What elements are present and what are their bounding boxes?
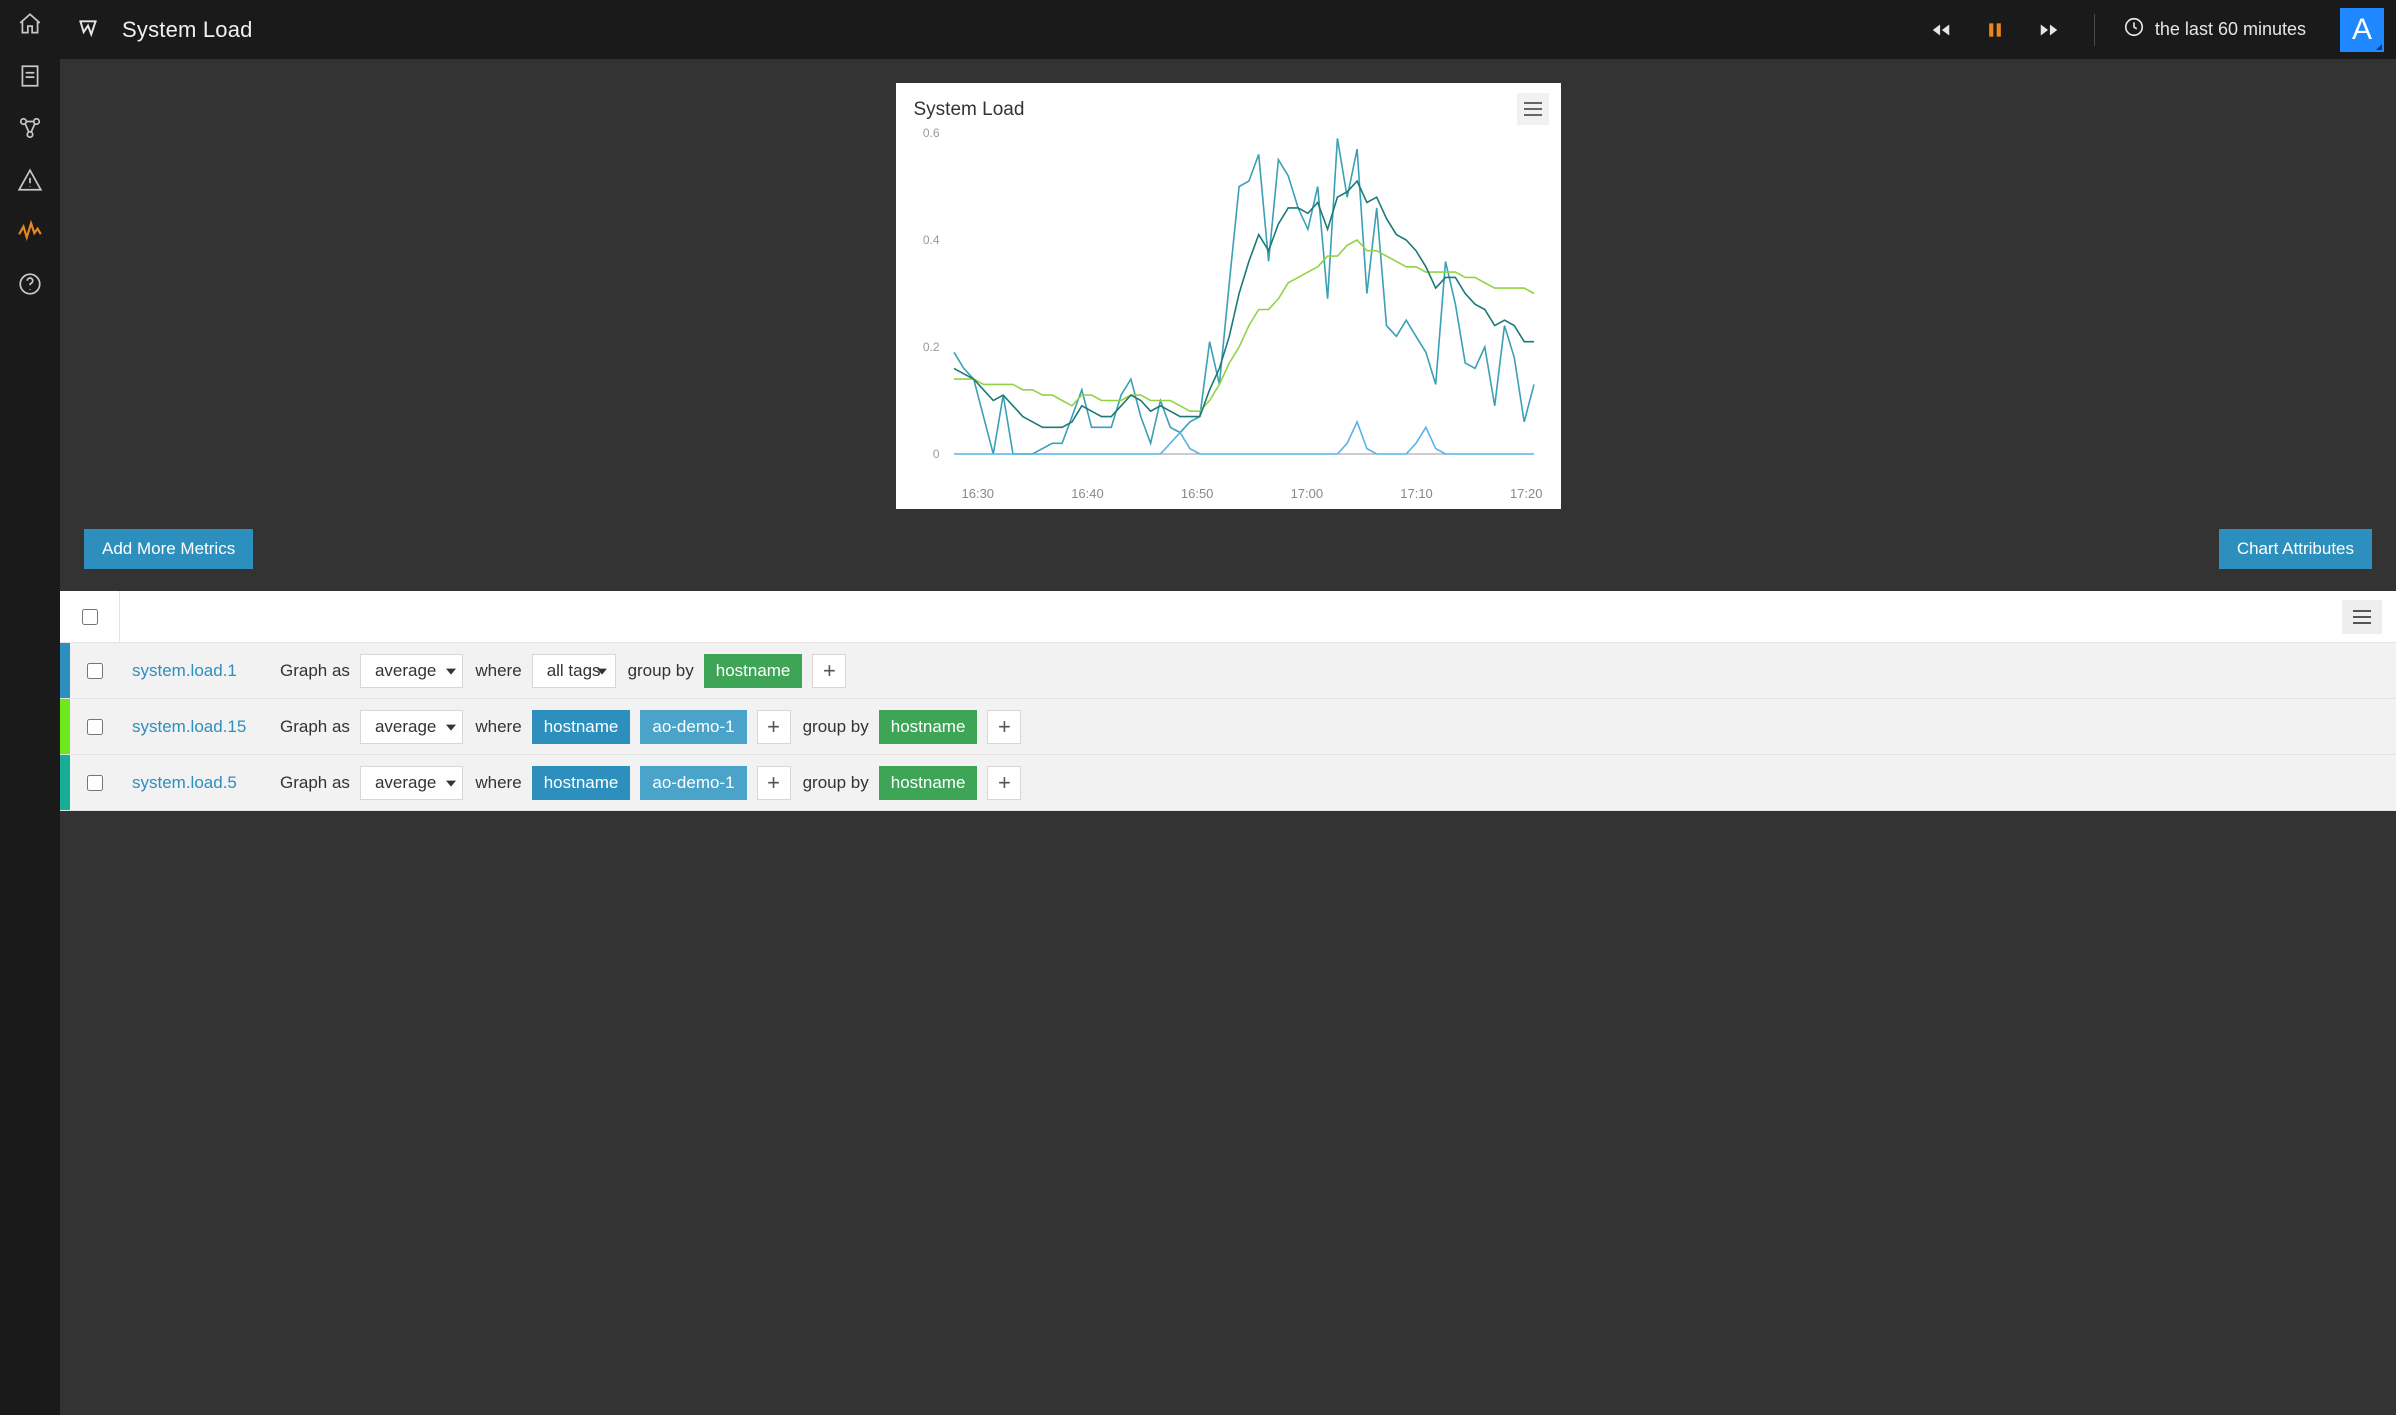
metric-name-link[interactable]: system.load.1 — [132, 661, 237, 680]
nav-metrics-icon[interactable] — [16, 218, 44, 246]
metric-row: system.load.5 Graph as average where hos… — [60, 755, 2396, 811]
filter-tag-key[interactable]: hostname — [532, 710, 631, 744]
metric-row-checkbox[interactable] — [87, 775, 103, 791]
metrics-menu-button[interactable] — [2342, 600, 2382, 634]
x-tick: 16:30 — [962, 486, 995, 501]
where-all-tags-select[interactable]: all tags — [532, 654, 616, 688]
forward-button[interactable] — [2032, 13, 2066, 47]
metric-row: system.load.1 Graph as average where all… — [60, 643, 2396, 699]
nav-document-icon[interactable] — [16, 62, 44, 90]
filter-tag-key[interactable]: hostname — [532, 766, 631, 800]
group-by-tag[interactable]: hostname — [879, 710, 978, 744]
filter-tag-value[interactable]: ao-demo-1 — [640, 710, 746, 744]
x-tick: 17:10 — [1400, 486, 1433, 501]
sidebar — [0, 0, 60, 1415]
group-by-tag[interactable]: hostname — [879, 766, 978, 800]
metric-row-checkbox[interactable] — [87, 663, 103, 679]
group-by-label: group by — [628, 661, 694, 681]
metrics-list: system.load.1 Graph as average where all… — [60, 591, 2396, 811]
graph-as-label: Graph as — [280, 717, 350, 737]
chart-type-icon — [74, 16, 102, 44]
nav-alert-icon[interactable] — [16, 166, 44, 194]
add-group-by-button[interactable]: + — [812, 654, 846, 688]
group-by-tag[interactable]: hostname — [704, 654, 803, 688]
group-by-label: group by — [803, 773, 869, 793]
series-color-stripe — [60, 643, 70, 698]
chart-plot: 0 0.2 0.4 0.6 16:30 16:40 16:50 17:00 17:10 17:2… — [914, 127, 1543, 501]
y-tick: 0.6 — [923, 126, 940, 140]
x-tick: 17:20 — [1510, 486, 1543, 501]
nav-nodes-icon[interactable] — [16, 114, 44, 142]
y-tick: 0 — [933, 447, 940, 461]
add-filter-button[interactable]: + — [757, 766, 791, 800]
x-tick: 17:00 — [1291, 486, 1324, 501]
y-tick: 0.2 — [923, 340, 940, 354]
chart-title: System Load — [914, 99, 1543, 121]
nav-home-icon[interactable] — [16, 10, 44, 38]
metric-row-checkbox[interactable] — [87, 719, 103, 735]
metric-row: system.load.15 Graph as average where ho… — [60, 699, 2396, 755]
pause-button[interactable] — [1978, 13, 2012, 47]
clock-icon — [2123, 16, 2145, 43]
where-label: where — [475, 773, 521, 793]
graph-as-label: Graph as — [280, 773, 350, 793]
avatar-initial: A — [2352, 13, 2372, 47]
metric-name-link[interactable]: system.load.5 — [132, 773, 237, 792]
page-title: System Load — [122, 17, 253, 43]
chart-attributes-button[interactable]: Chart Attributes — [2219, 529, 2372, 569]
where-label: where — [475, 661, 521, 681]
add-filter-button[interactable]: + — [757, 710, 791, 744]
rewind-button[interactable] — [1924, 13, 1958, 47]
chart-card: System Load 0 0.2 0.4 0.6 16:30 16:40 16:50 17… — [896, 83, 1561, 509]
y-tick: 0.4 — [923, 233, 940, 247]
aggregate-select[interactable]: average — [360, 654, 463, 688]
time-range-label: the last 60 minutes — [2155, 19, 2306, 40]
series-color-stripe — [60, 755, 70, 810]
aggregate-select[interactable]: average — [360, 766, 463, 800]
add-group-by-button[interactable]: + — [987, 766, 1021, 800]
user-avatar[interactable]: A — [2340, 8, 2384, 52]
nav-help-icon[interactable] — [16, 270, 44, 298]
graph-as-label: Graph as — [280, 661, 350, 681]
aggregate-select[interactable]: average — [360, 710, 463, 744]
x-tick: 16:50 — [1181, 486, 1214, 501]
x-tick: 16:40 — [1071, 486, 1104, 501]
metric-name-link[interactable]: system.load.15 — [132, 717, 246, 736]
add-more-metrics-button[interactable]: Add More Metrics — [84, 529, 253, 569]
time-range-selector[interactable]: the last 60 minutes — [2123, 16, 2306, 43]
series-color-stripe — [60, 699, 70, 754]
chart-menu-button[interactable] — [1517, 93, 1549, 125]
select-all-checkbox[interactable] — [82, 609, 98, 625]
where-label: where — [475, 717, 521, 737]
filter-tag-value[interactable]: ao-demo-1 — [640, 766, 746, 800]
group-by-label: group by — [803, 717, 869, 737]
add-group-by-button[interactable]: + — [987, 710, 1021, 744]
topbar: System Load the last 60 minutes A — [60, 0, 2396, 59]
